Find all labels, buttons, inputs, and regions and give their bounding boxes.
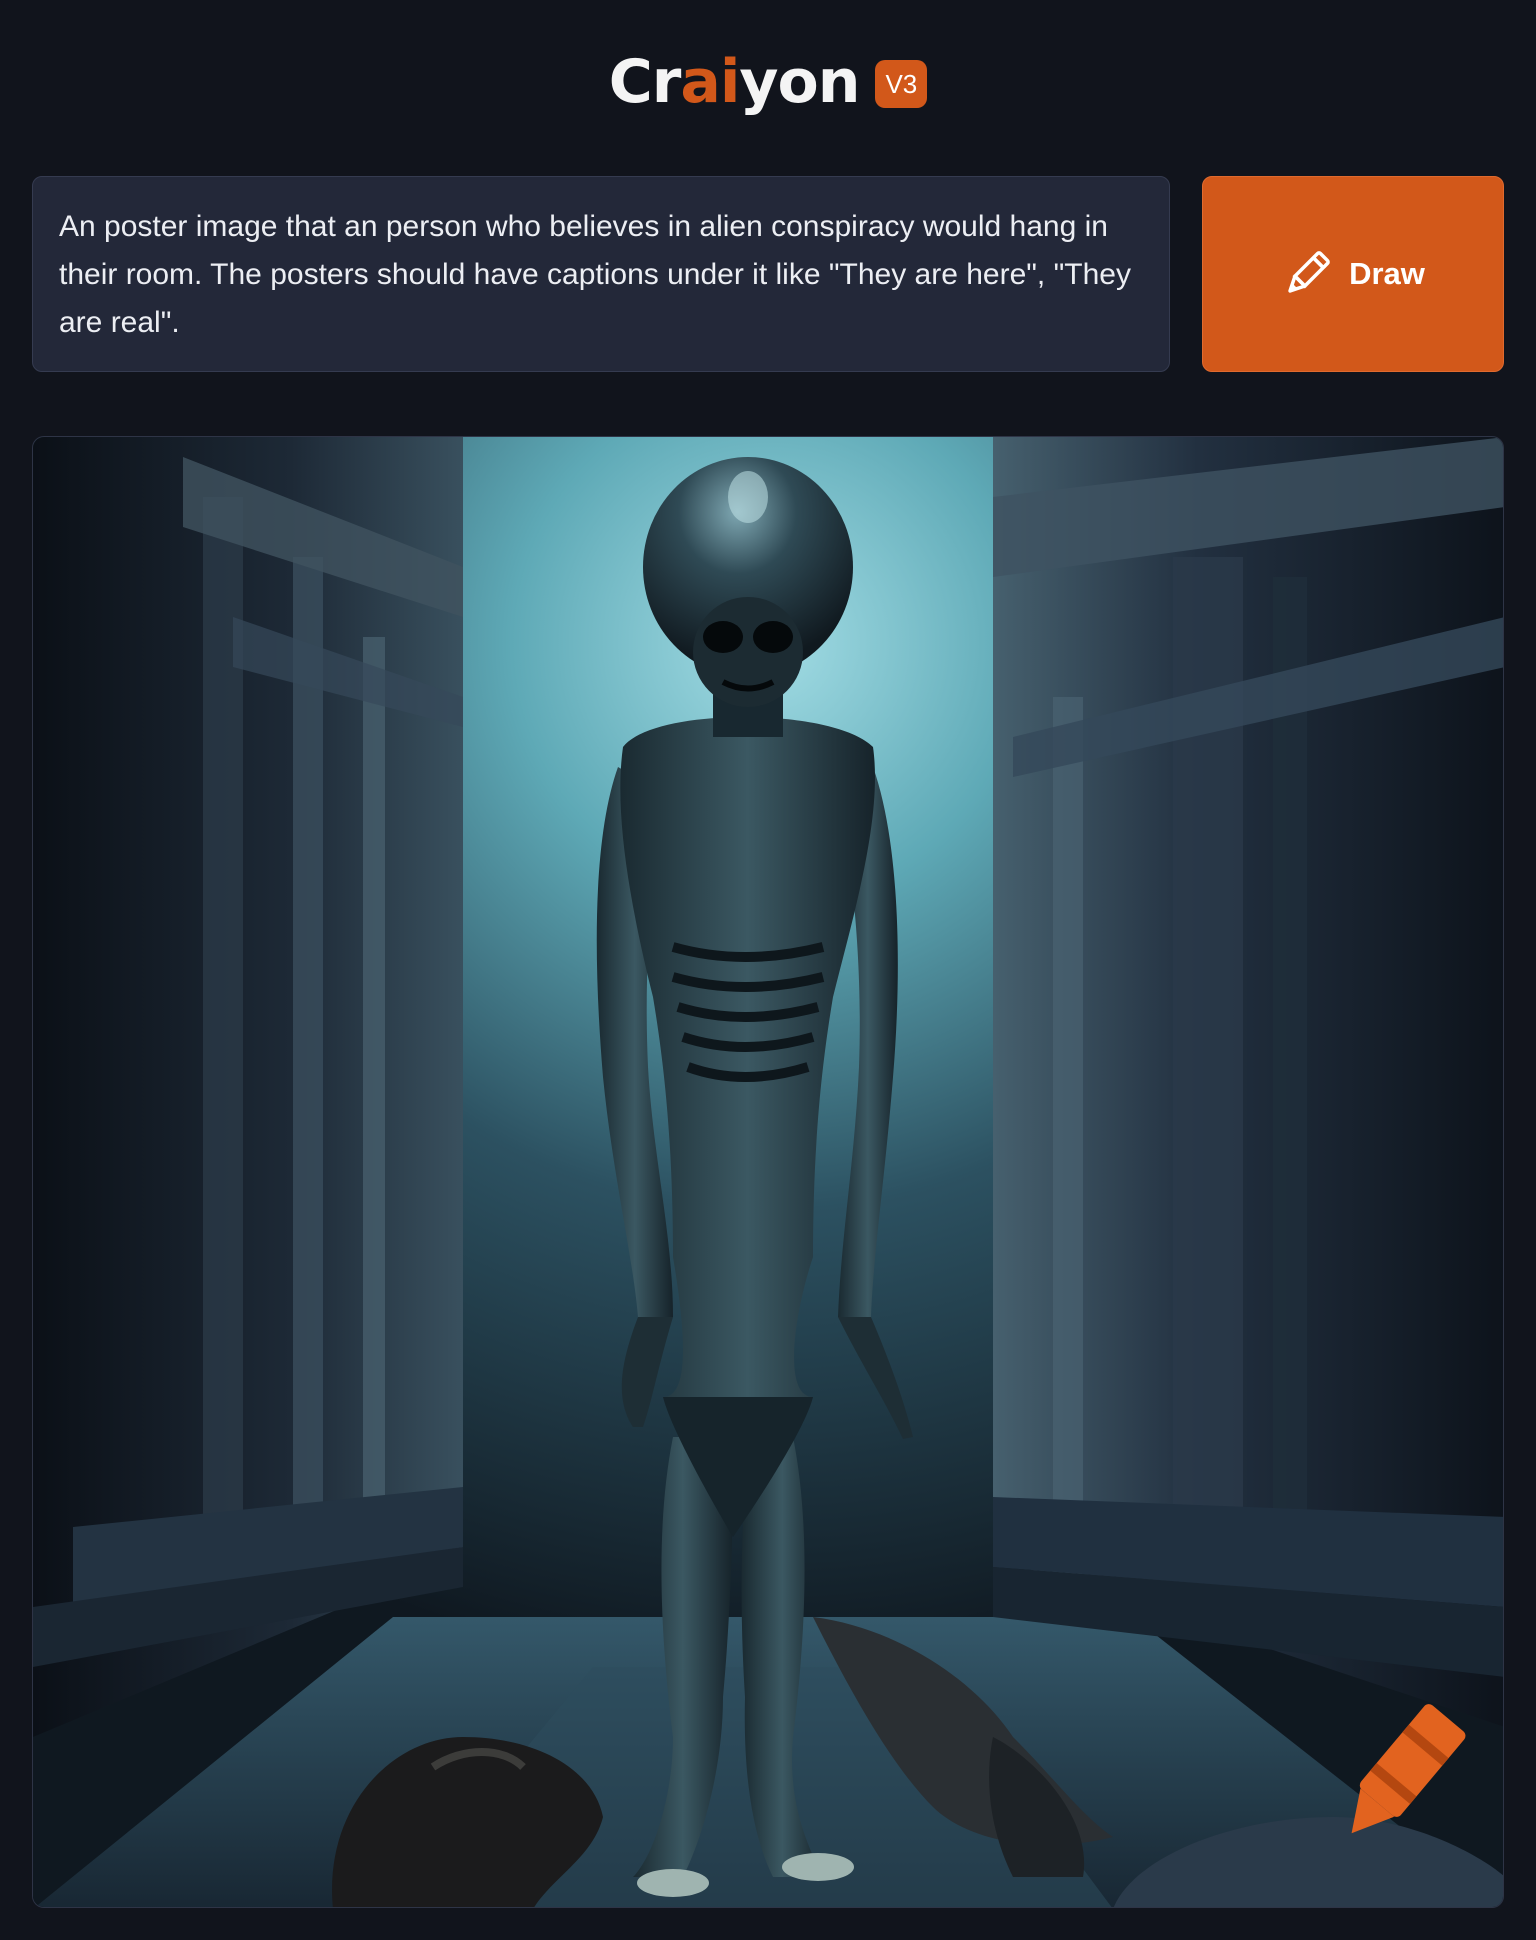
logo-text-ai: ai xyxy=(680,47,740,117)
header: Craiyon V3 xyxy=(0,40,1536,124)
prompt-text: An poster image that an person who belie… xyxy=(59,210,1131,339)
page: Craiyon V3 An poster image that an perso… xyxy=(0,0,1536,1940)
version-badge: V3 xyxy=(875,60,928,108)
pencil-icon xyxy=(1281,248,1333,300)
prompt-input[interactable]: An poster image that an person who belie… xyxy=(32,176,1170,372)
draw-button-label: Draw xyxy=(1349,256,1425,291)
logo-text-end: yon xyxy=(739,47,860,117)
logo-text-start: Cr xyxy=(608,47,682,117)
generated-image-artwork xyxy=(33,437,1503,1907)
generated-image[interactable] xyxy=(32,436,1504,1908)
logo[interactable]: Craiyon xyxy=(609,52,861,112)
draw-button[interactable]: Draw xyxy=(1202,176,1504,372)
